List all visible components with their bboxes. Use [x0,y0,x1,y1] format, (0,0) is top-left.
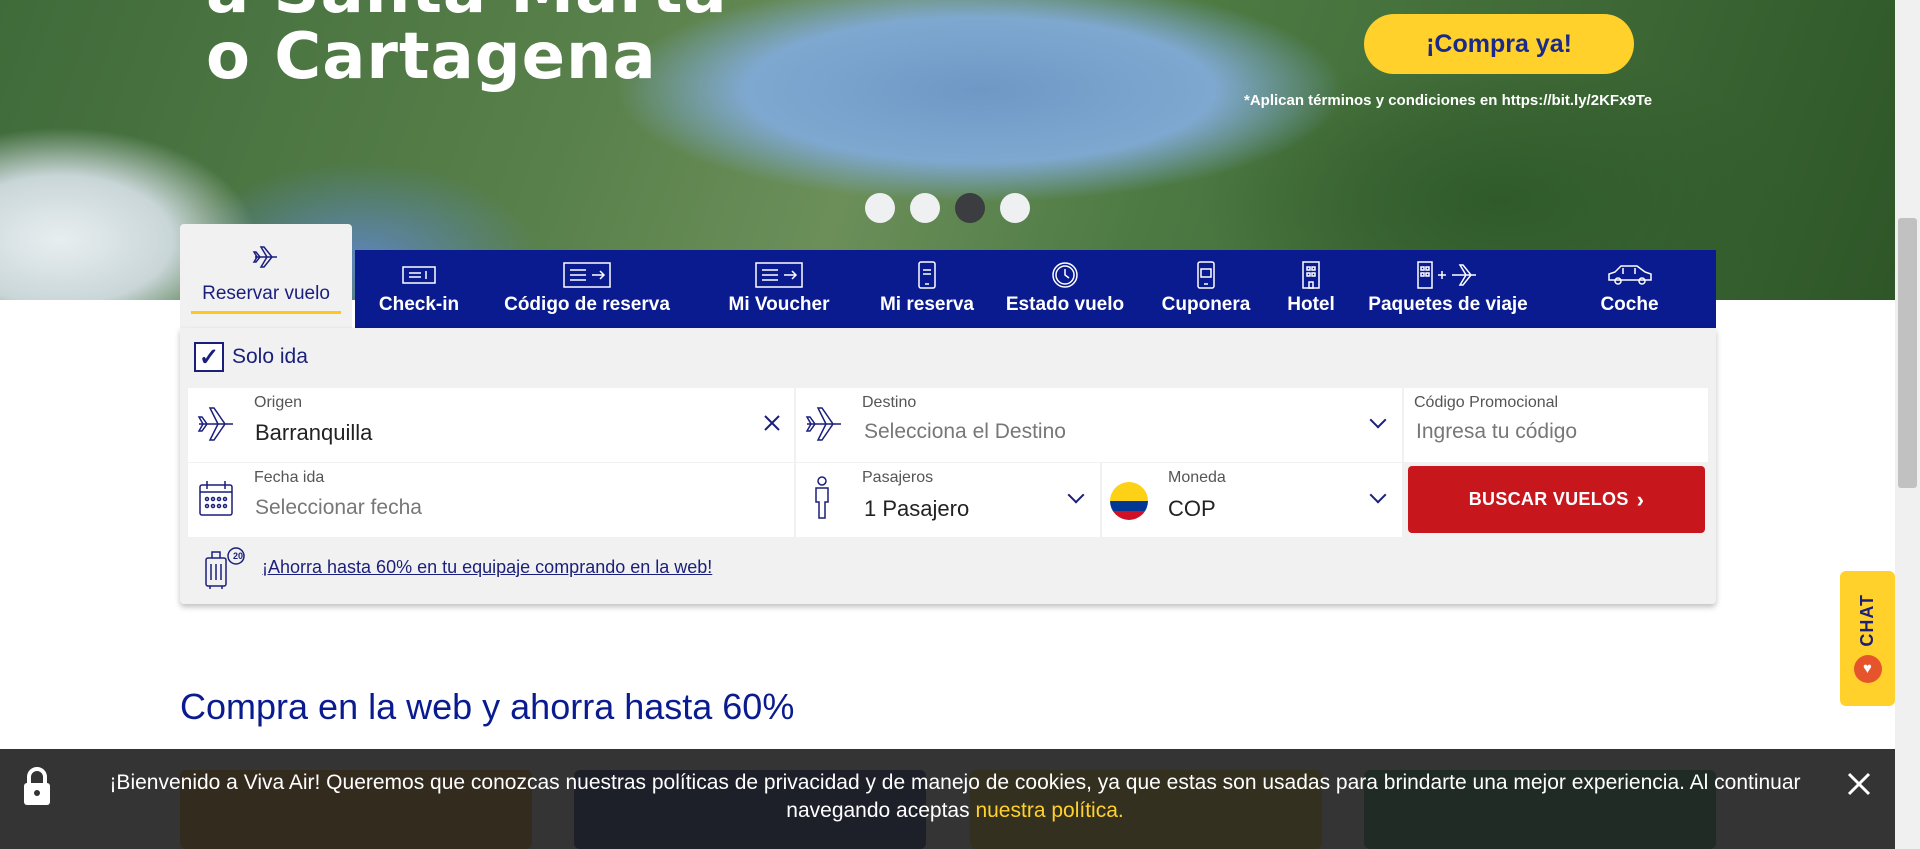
search-flights-button[interactable]: BUSCAR VUELOS › [1408,466,1705,533]
origin-label: Origen [254,394,303,411]
check-icon: ✓ [194,342,224,372]
clock-icon [1050,260,1080,290]
tab-label: Mi reserva [879,294,974,315]
departure-date-field[interactable]: Fecha ida Seleccionar fecha [188,463,794,537]
promo-code-field[interactable]: Código Promocional Ingresa tu código [1404,388,1708,462]
cookie-banner: ¡Bienvenido a Viva Air! Queremos que con… [0,749,1895,849]
tab-label: Paquetes de viaje [1368,294,1528,315]
tab-hotel[interactable]: Hotel [1269,250,1353,328]
currency-value: COP [1168,496,1216,521]
page: a Santa Marta o Cartagena ¡Compra ya! *A… [0,0,1920,849]
tab-check-in[interactable]: Check-in [355,250,483,328]
flight-search-form: ✓ Solo ida Origen Barranquilla Destino S… [180,328,1716,604]
hero-title: a Santa Marta o Cartagena [206,0,728,90]
destination-placeholder: Selecciona el Destino [864,420,1066,443]
search-button-label: BUSCAR VUELOS [1468,489,1629,509]
scrollbar-thumb[interactable] [1898,218,1917,488]
chevron-down-icon[interactable] [1067,486,1085,504]
hotel-plus-plane-icon [1416,260,1480,290]
tab-bar: Check-in Código de reserva Mi Voucher Mi… [355,250,1716,328]
tab-reservar-vuelo[interactable]: Reservar vuelo [180,224,352,328]
solo-ida-checkbox[interactable]: ✓ Solo ida [194,342,308,372]
phone-icon [916,260,938,290]
date-placeholder: Seleccionar fecha [255,496,422,519]
coupon-phone-icon [1195,260,1217,290]
person-icon [812,475,832,526]
luggage-badge: 20 [232,551,243,561]
carousel-dots [865,193,1030,223]
plane-icon [251,242,281,277]
promo-placeholder: Ingresa tu código [1416,420,1578,443]
hero-title-line2: o Cartagena [206,20,657,94]
chat-label: CHAT [1857,594,1877,647]
destination-field[interactable]: Destino Selecciona el Destino [796,388,1402,462]
close-icon[interactable] [1846,771,1876,801]
hotel-icon [1300,260,1322,290]
car-icon [1606,260,1654,290]
section-title: Compra en la web y ahorra hasta 60% [180,686,795,727]
carousel-dot-2[interactable] [910,193,940,223]
chevron-down-icon[interactable] [1369,486,1387,504]
tab-mi-reserva[interactable]: Mi reserva [867,250,987,328]
passengers-label: Pasajeros [862,469,934,486]
origin-field[interactable]: Origen Barranquilla [188,388,794,462]
tab-label: Cuponera [1161,294,1251,315]
buy-now-button[interactable]: ¡Compra ya! [1364,14,1634,74]
clear-icon[interactable] [763,414,781,437]
tab-estado-vuelo[interactable]: Estado vuelo [987,250,1143,328]
origin-value[interactable]: Barranquilla [255,420,372,446]
currency-select[interactable]: Moneda COP [1102,463,1402,537]
cookie-text: ¡Bienvenido a Viva Air! Queremos que con… [109,771,1801,822]
promo-label: Código Promocional [1414,394,1559,411]
passengers-value: 1 Pasajero [864,496,970,521]
destination-label: Destino [862,394,917,411]
chevron-right-icon: › [1636,486,1645,512]
tab-mi-voucher[interactable]: Mi Voucher [691,250,867,328]
carousel-dot-4[interactable] [1000,193,1030,223]
colombia-flag-icon [1110,482,1148,520]
passengers-select[interactable]: Pasajeros 1 Pasajero [796,463,1100,537]
tab-label: Hotel [1287,294,1335,315]
active-tab-underline [191,311,341,314]
tab-label: Check-in [378,294,460,315]
baggage-promo-link[interactable]: ¡Ahorra hasta 60% en tu equipaje compran… [262,557,712,578]
tab-label: Código de reserva [504,294,670,315]
tab-label: Reservar vuelo [202,283,330,304]
privacy-policy-link[interactable]: nuestra política. [975,799,1123,822]
calendar-icon [198,479,234,524]
boarding-pass-icon [401,260,437,290]
tab-label: Mi Voucher [728,294,830,315]
lock-icon [22,767,52,812]
chevron-down-icon[interactable] [1369,411,1387,429]
tab-label: Coche [1600,294,1659,315]
ticket-icon [562,260,612,290]
tab-cuponera[interactable]: Cuponera [1143,250,1269,328]
voucher-icon [754,260,804,290]
currency-label: Moneda [1168,469,1226,486]
tab-coche[interactable]: Coche [1543,250,1716,328]
carousel-dot-1[interactable] [865,193,895,223]
tab-label: Estado vuelo [1005,294,1125,315]
date-label: Fecha ida [254,469,325,486]
chat-heart-icon: ♥ [1853,654,1882,683]
plane-icon [804,404,844,449]
hero-terms: *Aplican términos y condiciones en https… [1244,92,1653,109]
tab-codigo-reserva[interactable]: Código de reserva [483,250,691,328]
plane-icon [196,404,236,449]
solo-ida-label: Solo ida [232,345,308,368]
tab-paquetes-viaje[interactable]: Paquetes de viaje [1353,250,1543,328]
cookie-message: ¡Bienvenido a Viva Air! Queremos que con… [78,769,1832,825]
carousel-dot-3[interactable] [955,193,985,223]
chat-button[interactable]: CHAT ♥ [1840,571,1895,706]
